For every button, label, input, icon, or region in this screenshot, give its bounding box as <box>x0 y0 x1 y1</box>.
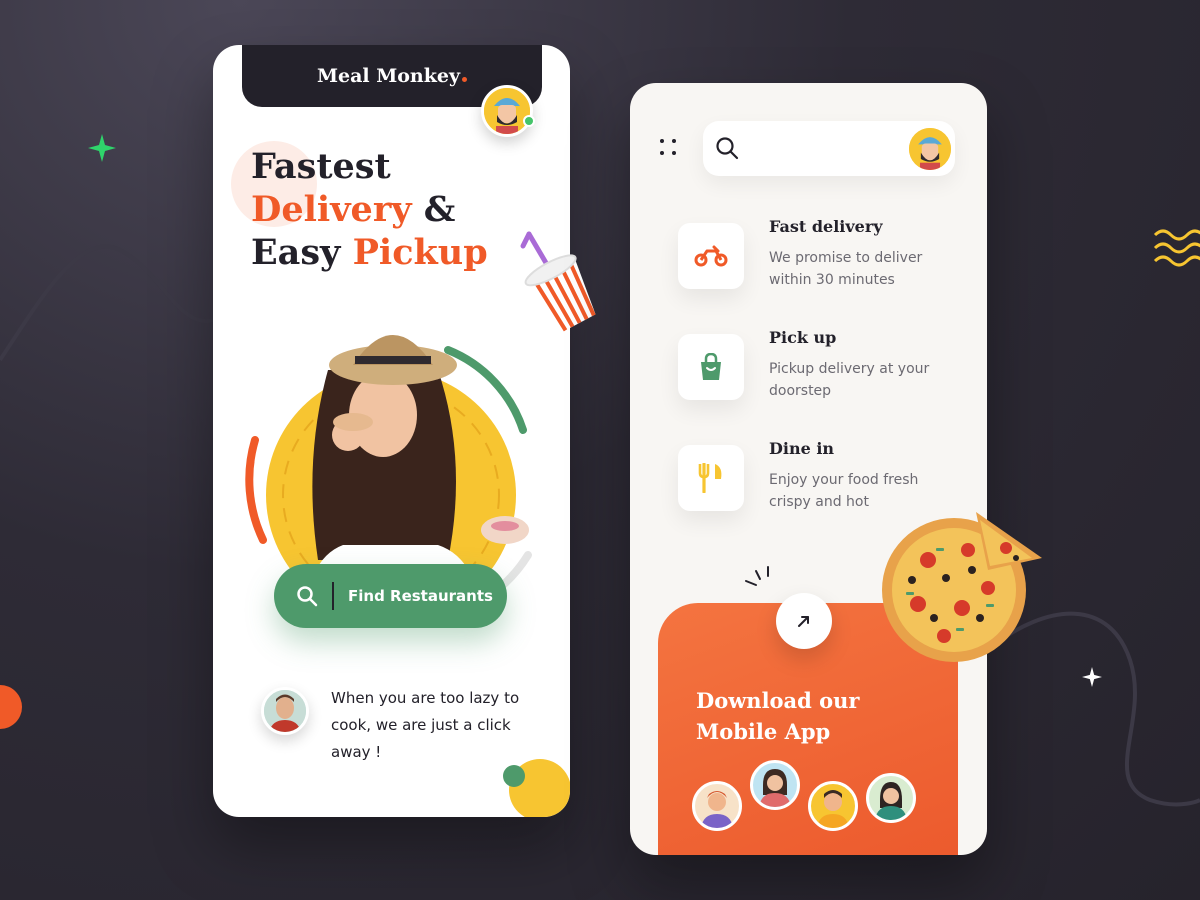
feature-tile <box>678 445 744 511</box>
arrow-up-right-icon <box>798 616 809 627</box>
feature-description: We promise to deliver within 30 minutes <box>769 250 923 288</box>
feature-tile <box>678 334 744 400</box>
user-avatar <box>692 781 742 831</box>
feature-fast-delivery[interactable]: Fast delivery We promise to deliver with… <box>678 217 968 293</box>
feature-dine-in[interactable]: Dine in Enjoy your food fresh crispy and… <box>678 439 968 515</box>
scooter-icon <box>694 245 728 267</box>
green-sparkle-icon <box>88 134 116 162</box>
white-sparkle-icon <box>1082 667 1102 687</box>
search-icon <box>716 137 739 160</box>
profile-avatar[interactable] <box>906 125 954 173</box>
feature-title: Pick up <box>769 328 837 347</box>
pizza-icon <box>882 512 1042 662</box>
find-restaurants-button[interactable]: Find Restaurants <box>274 564 507 628</box>
customer-avatar <box>261 687 309 735</box>
user-avatars-row <box>692 760 932 831</box>
user-avatar <box>750 760 800 810</box>
features-screen: Fast delivery We promise to deliver with… <box>630 83 987 855</box>
fork-knife-icon <box>698 463 722 493</box>
soda-cup-icon <box>520 231 596 333</box>
search-icon <box>297 586 318 607</box>
feature-description: Enjoy your food fresh crispy and hot <box>769 472 919 510</box>
hero-heading: Fastest Delivery & Easy Pickup <box>251 146 488 273</box>
feature-description: Pickup delivery at your doorstep <box>769 361 930 399</box>
profile-avatar[interactable] <box>481 85 533 137</box>
brand-logo: Meal Monkey <box>317 65 468 87</box>
tagline-text: When you are too lazy to cook, we are ju… <box>331 689 520 761</box>
feature-tile <box>678 223 744 289</box>
download-app-title: Download our Mobile App <box>696 688 860 744</box>
feature-pick-up[interactable]: Pick up Pickup delivery at your doorstep <box>678 328 968 404</box>
background-decoration <box>0 229 1200 807</box>
decorative-circle <box>503 765 525 787</box>
find-restaurants-label: Find Restaurants <box>348 587 493 605</box>
user-avatar <box>866 773 916 823</box>
feature-title: Fast delivery <box>769 217 883 236</box>
menu-grid-icon[interactable] <box>660 139 680 159</box>
online-status-indicator <box>523 115 535 127</box>
button-divider <box>332 582 334 610</box>
home-screen: Meal Monkey Fastest Delivery & Easy Pick… <box>213 45 570 817</box>
open-arrow-button[interactable] <box>776 593 832 649</box>
feature-title: Dine in <box>769 439 835 458</box>
shopping-bag-icon <box>701 353 721 380</box>
search-input[interactable] <box>749 135 889 161</box>
motion-lines-icon <box>745 566 769 586</box>
user-avatar <box>808 781 858 831</box>
